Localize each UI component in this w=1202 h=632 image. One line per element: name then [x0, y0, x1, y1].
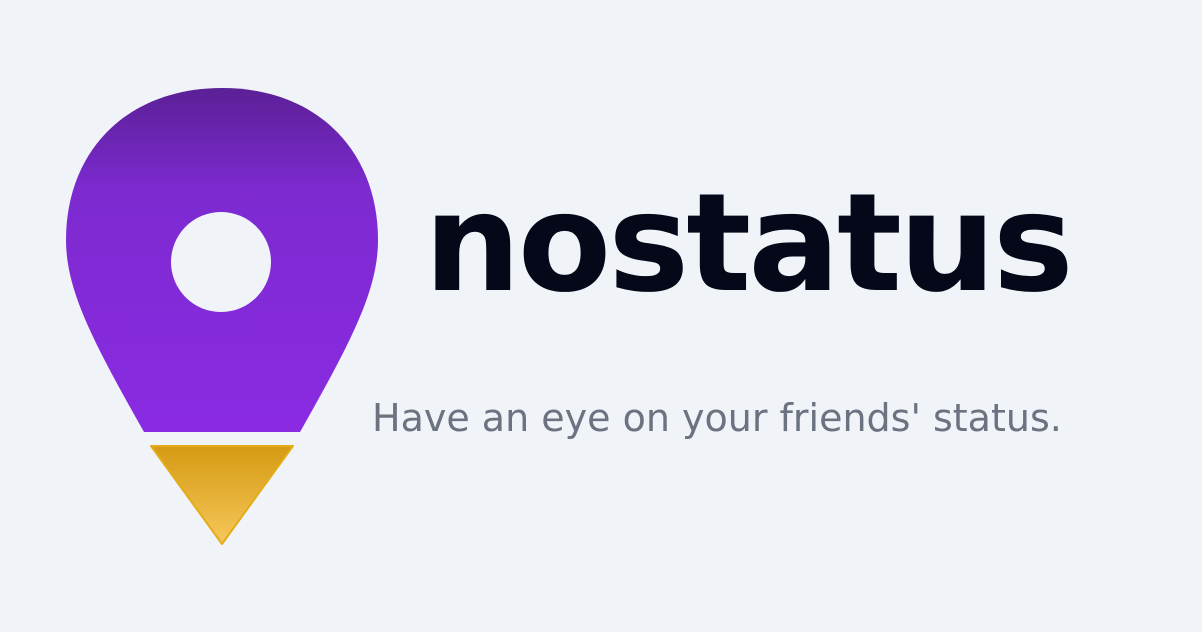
pin-tip	[150, 445, 294, 545]
location-pin-icon	[66, 88, 378, 545]
pin-hole	[171, 212, 271, 312]
brand-wordmark: nostatus	[424, 165, 1074, 323]
brand-tagline: Have an eye on your friends' status.	[372, 396, 1062, 440]
